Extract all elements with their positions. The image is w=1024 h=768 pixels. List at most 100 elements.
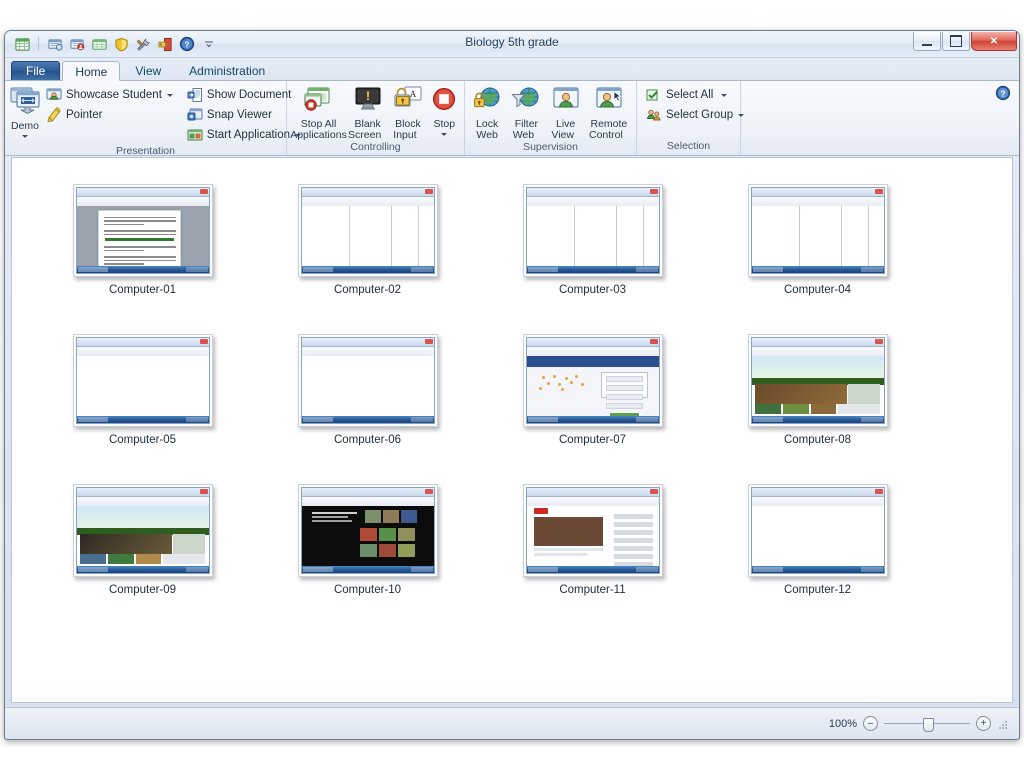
showcase-student-button[interactable]: Showcase Student [44, 85, 177, 105]
maximize-button[interactable] [942, 32, 970, 51]
lock-web-button[interactable]: Lock Web [468, 84, 506, 141]
computer-thumbnail[interactable]: Computer-09 [30, 484, 255, 596]
thumbnail-frame[interactable] [297, 334, 438, 427]
computer-thumbnail[interactable]: Computer-04 [705, 184, 930, 296]
thumbnail-frame[interactable] [297, 484, 438, 577]
thumbnail-frame[interactable] [522, 184, 663, 277]
computer-thumbnail[interactable]: Computer-02 [255, 184, 480, 296]
block-input-button[interactable]: A Block Input [388, 84, 427, 141]
thumbnail-frame[interactable] [747, 334, 888, 427]
resize-grip[interactable] [997, 718, 1009, 730]
lock-web-label-2: Web [476, 129, 498, 141]
computer-thumbnail[interactable]: Computer-10 [255, 484, 480, 596]
mini-titlebar [301, 188, 434, 197]
pointer-button[interactable]: Pointer [44, 105, 177, 125]
thumbnail-frame[interactable] [522, 334, 663, 427]
pointer-icon [46, 107, 62, 123]
computer-label: Computer-07 [558, 434, 627, 446]
blank-screen-label-2: Screen [348, 130, 387, 141]
thumbnail-frame[interactable] [297, 184, 438, 277]
mini-titlebar [301, 338, 434, 347]
blank-screen-button[interactable]: ! Blank Screen [347, 84, 388, 141]
ribbon-group-supervision: Lock Web Filter Web Live View Remote Con… [465, 81, 637, 155]
svg-text:A: A [410, 89, 417, 99]
computer-label: Computer-01 [108, 284, 177, 296]
title-bar: ? Biology 5th grade ✕ [5, 31, 1019, 58]
select-all-button[interactable]: Select All [644, 85, 748, 105]
thumbnail-frame[interactable] [72, 484, 213, 577]
computer-thumbnail[interactable]: Computer-05 [30, 334, 255, 446]
remote-control-button[interactable]: Remote Control [585, 84, 633, 141]
screen-preview-spreadsheet [300, 187, 435, 274]
ribbon-group-presentation: Demo Showcase Student Pointer Show Docum… [5, 81, 302, 157]
list-icon[interactable] [90, 35, 108, 53]
tab-home[interactable]: Home [62, 61, 121, 81]
tab-view[interactable]: View [122, 61, 174, 80]
showcase-student-caret[interactable] [166, 93, 173, 97]
window-controls[interactable]: ✕ [912, 32, 1017, 51]
stop-dropdown-arrow[interactable] [441, 133, 448, 136]
demo-button[interactable]: Demo [8, 84, 42, 138]
zoom-in-button[interactable]: + [976, 716, 991, 731]
computer-thumbnail[interactable]: Computer-07 [480, 334, 705, 446]
stop-label: Stop [433, 118, 456, 130]
zoom-slider-thumb[interactable] [923, 718, 934, 732]
remote-control-label-2-text: Control [588, 129, 623, 141]
live-view-label-2-text: View [551, 129, 574, 141]
live-view-button[interactable]: Live View [547, 84, 585, 141]
tab-file[interactable]: File [11, 61, 61, 80]
stop-button[interactable]: Stop [428, 84, 461, 136]
block-input-icon: A [393, 86, 423, 117]
zoom-slider[interactable] [884, 717, 970, 732]
mini-taskbar [751, 266, 884, 273]
computer-thumbnail[interactable]: Computer-08 [705, 334, 930, 446]
screen-preview-dark-video-gallery [300, 487, 435, 574]
ribbon-help-icon[interactable]: ? [995, 85, 1011, 101]
help-icon[interactable]: ? [178, 35, 196, 53]
thumbnail-frame[interactable] [522, 484, 663, 577]
computer-thumbnail-grid: Computer-01 Computer-02 Computer-03 Comp… [12, 158, 1012, 634]
quick-access-toolbar[interactable]: ? [13, 34, 218, 54]
computer-thumbnail[interactable]: Computer-01 [30, 184, 255, 296]
mini-titlebar [526, 488, 659, 497]
ribbon-tabs[interactable]: File Home View Administration [5, 58, 1019, 81]
minimize-button[interactable] [913, 32, 941, 51]
select-group-label: Select Group [666, 109, 734, 121]
remote-control-label-2: Control [589, 130, 629, 141]
shield-icon[interactable] [112, 35, 130, 53]
thumbnail-frame[interactable] [72, 184, 213, 277]
mini-canvas [301, 506, 434, 566]
thumbnail-frame[interactable] [747, 484, 888, 577]
mini-canvas [751, 356, 884, 416]
thumbnail-frame[interactable] [747, 184, 888, 277]
exit-icon[interactable] [156, 35, 174, 53]
computer-thumbnail[interactable]: Computer-11 [480, 484, 705, 596]
computer-thumbnail[interactable]: Computer-03 [480, 184, 705, 296]
computer-thumbnail[interactable]: Computer-06 [255, 334, 480, 446]
mini-canvas [301, 356, 434, 416]
computer-label: Computer-03 [558, 284, 627, 296]
thumbnail-frame[interactable] [72, 334, 213, 427]
tab-administration[interactable]: Administration [176, 61, 278, 80]
students-icon[interactable] [68, 35, 86, 53]
select-all-caret[interactable] [721, 93, 728, 97]
ribbon-group-selection: Select All Select Group Selection [637, 81, 745, 155]
computer-thumbnail[interactable]: Computer-12 [705, 484, 930, 596]
filter-web-button[interactable]: Filter Web [506, 84, 546, 141]
filter-web-label-2: Web [513, 130, 540, 141]
tools-icon[interactable] [134, 35, 152, 53]
zoom-control[interactable]: 100% – + [829, 716, 991, 732]
select-group-caret[interactable] [738, 113, 745, 117]
select-group-button[interactable]: Select Group [644, 105, 748, 125]
zoom-out-button[interactable]: – [863, 716, 878, 731]
mini-titlebar [76, 338, 209, 347]
stop-all-applications-button[interactable]: Stop All Applications [290, 84, 347, 141]
app-menu-icon[interactable] [13, 35, 31, 53]
customize-qat-icon[interactable] [200, 35, 218, 53]
mini-canvas [76, 356, 209, 416]
filter-web-icon [511, 86, 541, 117]
demo-dropdown-arrow[interactable] [22, 135, 28, 138]
ribbon-group-controlling: Stop All Applications ! Blank Screen A B… [287, 81, 465, 155]
close-button[interactable]: ✕ [971, 32, 1017, 51]
classroom-icon[interactable] [46, 35, 64, 53]
